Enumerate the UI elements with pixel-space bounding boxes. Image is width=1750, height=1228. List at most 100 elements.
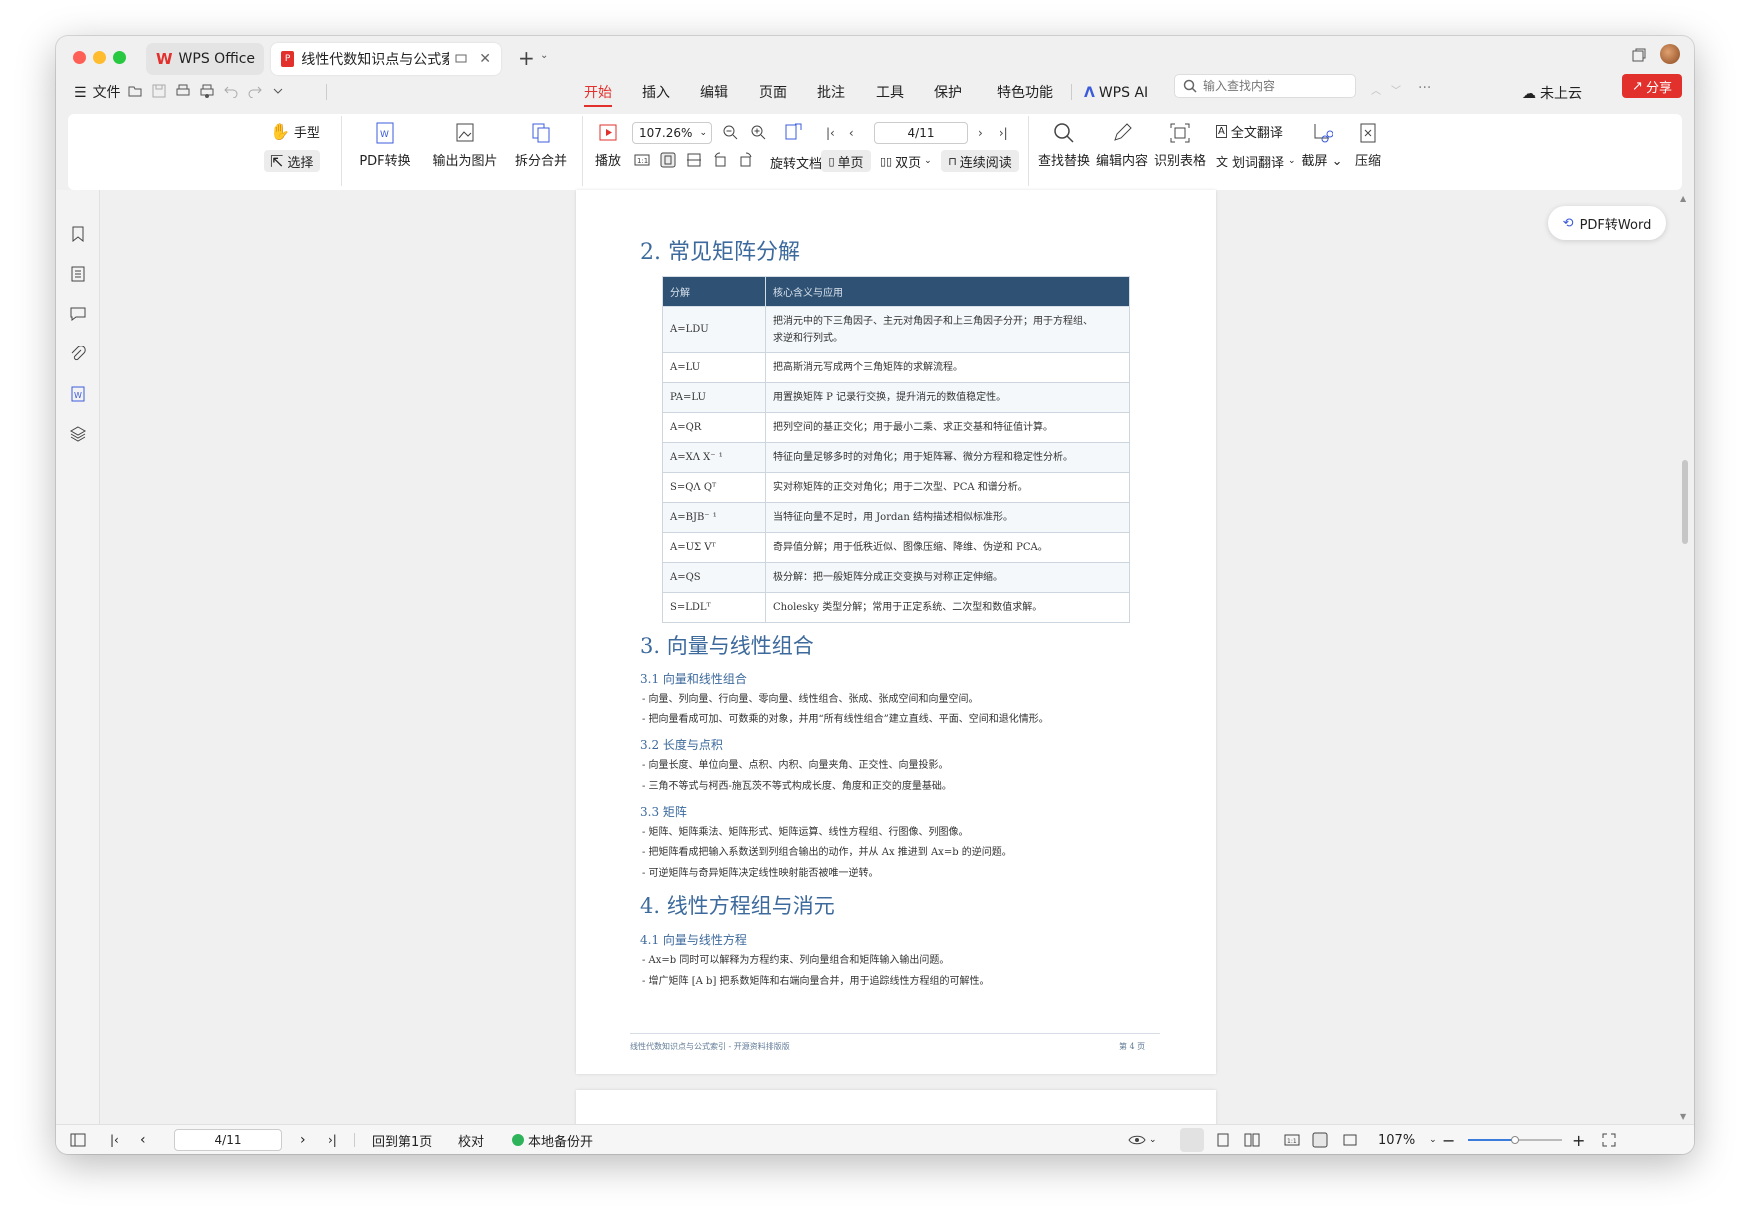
zoom-out-icon[interactable] [722,124,738,140]
comment-icon[interactable] [70,306,86,322]
full-translate-button[interactable]: A 全文翻译 [1216,122,1283,141]
rotate-document-icon[interactable] [783,122,803,142]
share-button[interactable]: ↗ 分享 [1622,74,1682,98]
zoom-in-button[interactable]: + [1572,1125,1585,1154]
pdf-to-word-float-button[interactable]: ⟲ PDF转Word [1548,206,1666,240]
last-page-icon[interactable]: ›| [328,1125,337,1154]
edit-content-button[interactable]: 编辑内容 [1096,122,1148,169]
attachment-icon[interactable] [70,346,86,362]
tab-document[interactable]: P 线性代数知识点与公式索引 ✕ [271,43,501,75]
rotate-right-icon[interactable] [738,152,754,168]
status-page-input[interactable]: 4/11 [174,1129,282,1151]
tab-wps-office[interactable]: W WPS Office [146,43,264,75]
redo-icon[interactable] [248,84,262,98]
single-page-button[interactable]: ▯ 单页 [821,150,871,172]
next-page-icon[interactable]: › [300,1125,306,1154]
more-icon[interactable]: ··· [1418,80,1431,96]
scroll-up-icon[interactable]: ▲ [1680,194,1686,203]
wps-logo-icon: W [156,50,173,68]
avatar[interactable] [1660,44,1680,64]
actual-size-icon[interactable]: 1:1 [634,152,650,168]
hand-tool-button[interactable]: ✋ 手型 [270,122,320,141]
zoom-in-icon[interactable] [750,124,766,140]
single-page-view-icon[interactable] [1216,1125,1230,1154]
menu-tab-special[interactable]: 特色功能 [997,83,1053,103]
chevron-down-icon[interactable] [272,84,284,98]
menu-tab-page[interactable]: 页面 [759,83,787,103]
menu-tab-annotate[interactable]: 批注 [817,83,845,103]
split-merge-button[interactable]: 拆分合并 [508,122,574,169]
new-tab-button[interactable]: + [518,46,535,70]
search-input[interactable] [1203,79,1343,93]
layers-icon[interactable] [70,426,86,442]
wps-ai-button[interactable]: ᐱ WPS AI [1084,83,1148,103]
rotate-document-button[interactable]: 旋转文档 [770,153,822,172]
play-button[interactable]: 播放 [592,122,624,169]
print-preview-icon[interactable] [200,84,214,98]
cloud-status[interactable]: ☁ 未上云 [1522,84,1582,104]
next-page-icon[interactable]: › [978,126,983,140]
rotate-left-icon[interactable] [712,152,728,168]
scroll-down-icon[interactable]: ▼ [1680,1112,1686,1121]
zoom-out-button[interactable]: − [1442,1125,1455,1154]
find-replace-button[interactable]: 查找替换 [1038,122,1090,169]
scrollbar-thumb[interactable] [1682,460,1688,544]
fit-width-icon[interactable] [1342,1125,1358,1154]
last-page-icon[interactable]: ›| [999,126,1008,140]
double-page-button[interactable]: ▯▯ 双页 ⌄ [880,150,932,172]
menu-tab-insert[interactable]: 插入 [642,83,670,103]
compress-button[interactable]: 压缩 [1348,122,1388,169]
close-tab-icon[interactable]: ✕ [479,51,491,67]
select-tool-button[interactable]: ⇱ 选择 [264,150,320,172]
zoom-input[interactable]: 107.26% ⌄ [632,122,712,144]
first-page-icon[interactable]: |‹ [110,1125,119,1154]
fit-width-icon[interactable] [686,152,702,168]
file-menu[interactable]: ☰ 文件 [74,83,121,103]
menu-tab-edit[interactable]: 编辑 [700,83,728,103]
zoom-select[interactable]: 107% ⌄ [1378,1125,1437,1154]
actual-size-icon[interactable]: 1:1 [1284,1125,1300,1154]
close-window-button[interactable] [73,51,86,64]
window-restore-icon[interactable] [1632,48,1646,62]
screenshot-button[interactable]: 截屏 ⌄ [1300,122,1344,169]
menu-tab-protect[interactable]: 保护 [934,83,962,103]
search-prev-icon[interactable]: ︿ [1371,82,1381,97]
prev-page-icon[interactable]: ‹ [140,1125,146,1154]
menu-tab-tools[interactable]: 工具 [876,83,904,103]
fit-page-icon[interactable] [1312,1125,1328,1154]
menu-tab-start[interactable]: 开始 [584,83,612,107]
continuous-view-icon[interactable] [1180,1128,1204,1152]
proofread-button[interactable]: 校对 [458,1125,484,1154]
eye-icon[interactable]: ⌄ [1128,1125,1157,1154]
first-page-icon[interactable]: |‹ [826,126,835,140]
double-page-view-icon[interactable] [1244,1125,1260,1154]
zoom-slider-track[interactable] [1468,1136,1562,1144]
fullscreen-icon[interactable] [1602,1125,1616,1154]
maximize-window-button[interactable] [113,51,126,64]
goto-first-page-button[interactable]: 回到第1页 [372,1125,432,1154]
local-backup-status[interactable]: 本地备份开 [512,1125,593,1154]
search-box[interactable] [1174,74,1356,98]
fit-page-icon[interactable] [660,152,676,168]
continuous-read-button[interactable]: ⊓ 连续阅读 [941,150,1019,172]
pdf-convert-button[interactable]: W PDF转换 [351,122,419,169]
zoom-slider-handle[interactable] [1511,1136,1519,1144]
word-translate-button[interactable]: 文划词翻译 ⌄ [1216,150,1296,172]
prev-page-icon[interactable]: ‹ [849,126,854,140]
recognize-table-button[interactable]: 识别表格 [1154,122,1206,169]
page-number-input[interactable]: 4/11 [874,122,968,144]
bookmark-icon[interactable] [70,226,86,242]
sidebar-toggle-icon[interactable] [70,1125,86,1154]
undo-icon[interactable] [224,84,238,98]
tab-list-chevron-icon[interactable]: ⌄ [540,50,548,61]
search-next-icon[interactable]: ﹀ [1391,82,1401,97]
open-folder-icon[interactable] [128,84,142,98]
word-icon[interactable]: W [70,386,86,402]
export-image-button[interactable]: 输出为图片 [428,122,502,169]
save-icon[interactable] [152,84,166,98]
minimize-window-button[interactable] [93,51,106,64]
print-icon[interactable] [176,84,190,98]
divider [1071,84,1072,100]
thumbnail-icon[interactable] [70,266,86,282]
search-icon [1054,123,1074,143]
